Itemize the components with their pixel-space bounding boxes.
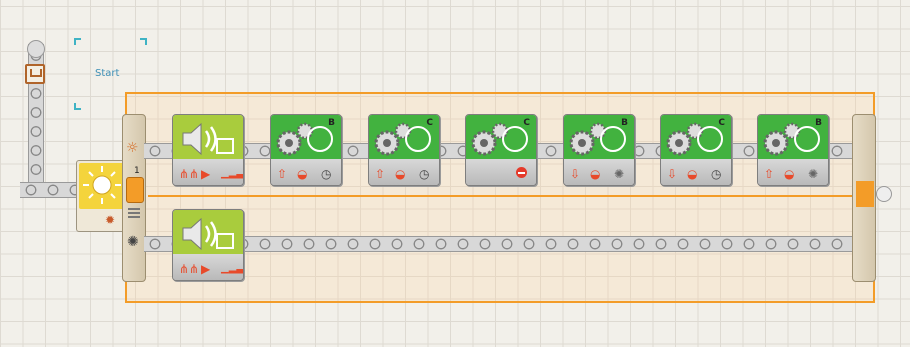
motor-block-3[interactable]: C [465,114,537,186]
exit-connector [876,186,892,202]
switch-list-icon [128,208,140,220]
power-icon: ◒ [590,167,601,181]
sound-block-lower[interactable]: ⋔⋔ ▶ ▁▂▃ [172,209,244,281]
start-beam-bottom [20,182,78,198]
motor-block-5[interactable]: C ⇩ ◒ ◷ [660,114,732,186]
switch-right-orange-tab [856,181,874,207]
motor-block-4[interactable]: B ⇩ ◒ ✺ [563,114,635,186]
port-label: C [426,118,433,128]
sensor-setting-icon: ✹ [105,213,116,227]
port-label: B [328,118,335,128]
clock-icon: ◷ [419,167,430,181]
volume-icon: ▁▂▃ [221,168,244,179]
light-sensor-icon [79,163,125,209]
switch-top-value: 1 [134,166,140,176]
arrow-up-icon: ⇧ [375,167,386,181]
lower-beam [144,236,852,252]
arrow-up-icon: ⇧ [764,167,775,181]
wheel-icon [307,126,333,152]
program-canvas[interactable]: Start ✹ ☼ 1 ✺ ⋔⋔ ▶ ▁▂▃ B ⇧ ◒ ◷ C ⇧ ◒ ◷ C… [0,0,910,347]
unlimited-icon: ✺ [808,167,819,181]
sound-file-icon: ⋔⋔ [179,167,200,181]
start-bracket-tr [140,38,147,45]
port-label: B [621,118,628,128]
arrow-down-icon: ⇩ [570,167,581,181]
speaker-icon [179,119,237,163]
stop-icon [516,167,527,181]
power-icon: ◒ [297,167,308,181]
play-icon: ▶ [201,167,211,181]
switch-bottom-sun-icon: ✺ [127,234,139,250]
port-label: C [523,118,530,128]
start-bracket-bl [74,103,81,110]
arrow-down-icon: ⇩ [667,167,678,181]
switch-orange-arrow-icon [126,177,144,203]
wheel-icon [794,126,820,152]
port-label: C [718,118,725,128]
wheel-icon [502,126,528,152]
start-bracket-tl [74,38,81,45]
start-beam-top-cap [27,40,45,58]
light-sensor-block[interactable]: ✹ [76,160,128,232]
wheel-icon [600,126,626,152]
wheel-icon [405,126,431,152]
loop-orange-line [148,195,858,197]
power-icon: ◒ [395,167,406,181]
motor-block-6[interactable]: B ⇧ ◒ ✺ [757,114,829,186]
power-icon: ◒ [784,167,795,181]
power-icon: ◒ [687,167,698,181]
speaker-icon [179,214,237,258]
arrow-up-icon: ⇧ [277,167,288,181]
sound-block[interactable]: ⋔⋔ ▶ ▁▂▃ [172,114,244,186]
clock-icon: ◷ [321,167,332,181]
play-icon: ▶ [201,262,211,276]
volume-icon: ▁▂▃ [221,263,244,274]
port-label: B [815,118,822,128]
unlimited-icon: ✺ [614,167,625,181]
switch-top-sun-icon: ☼ [126,140,139,156]
wheel-icon [697,126,723,152]
clock-icon: ◷ [711,167,722,181]
motor-block-2[interactable]: C ⇧ ◒ ◷ [368,114,440,186]
start-icon[interactable] [25,64,45,84]
sound-file-icon: ⋔⋔ [179,262,200,276]
start-label: Start [95,68,120,79]
motor-block-1[interactable]: B ⇧ ◒ ◷ [270,114,342,186]
